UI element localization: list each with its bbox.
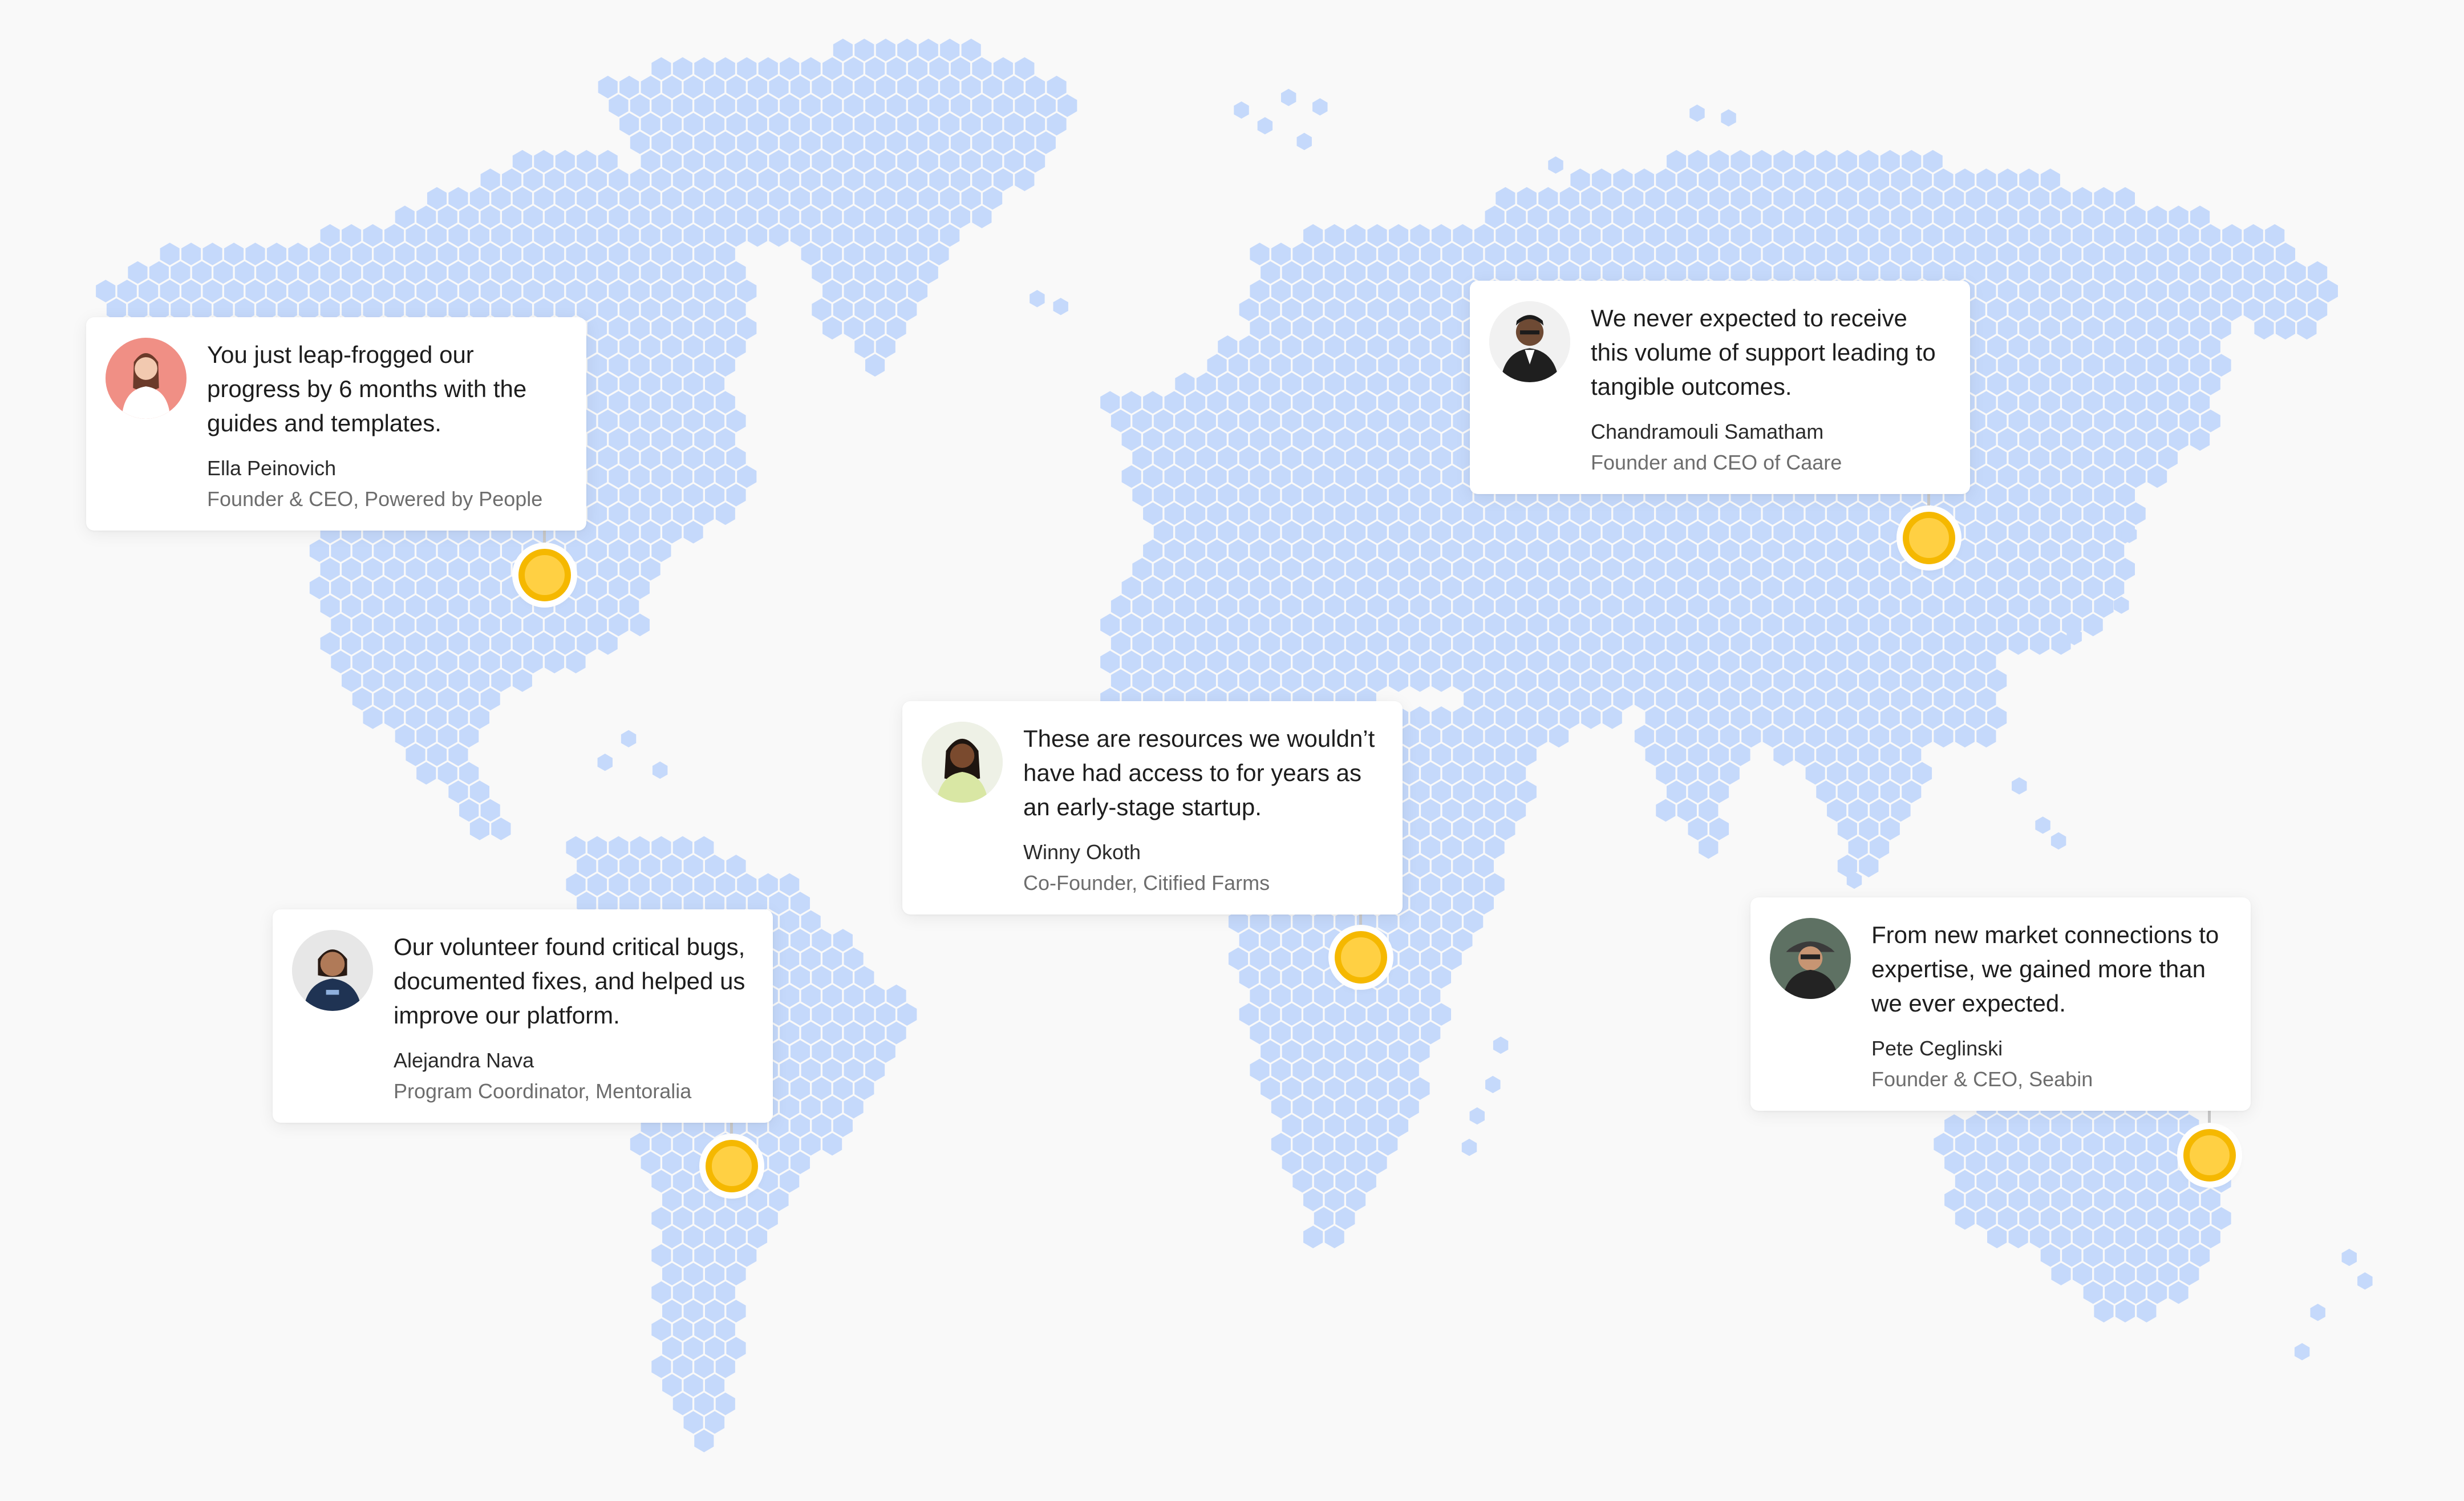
- testimonial-card: These are resources we wouldn’t have had…: [902, 701, 1403, 915]
- testimonial-name: Ella Peinovich: [207, 456, 337, 480]
- avatar: [1489, 301, 1570, 382]
- testimonial-card: You just leap-frogged our progress by 6 …: [86, 317, 586, 531]
- testimonial-card: We never expected to receive this volume…: [1470, 281, 1970, 494]
- location-pin-south-america[interactable]: [706, 1140, 758, 1192]
- location-pin-africa[interactable]: [1335, 931, 1387, 984]
- pin-stem-aus: [2208, 1110, 2211, 1130]
- testimonial-role: Founder & CEO, Seabin: [1871, 1067, 2093, 1091]
- avatar: [1770, 918, 1851, 999]
- person-avatar-icon: [1489, 301, 1570, 382]
- location-pin-australia[interactable]: [2183, 1129, 2236, 1182]
- person-avatar-icon: [922, 722, 1003, 803]
- testimonial-role: Founder & CEO, Powered by People: [207, 487, 543, 511]
- testimonial-quote: We never expected to receive this volume…: [1591, 305, 1936, 400]
- testimonial-quote: From new market connections to expertise…: [1871, 921, 2219, 1017]
- avatar: [106, 338, 187, 419]
- testimonial-card: From new market connections to expertise…: [1750, 897, 2251, 1111]
- testimonial-role: Founder and CEO of Caare: [1591, 451, 1842, 474]
- testimonial-card: Our volunteer found critical bugs, docum…: [273, 909, 773, 1123]
- testimonial-name: Pete Ceglinski: [1871, 1037, 2003, 1060]
- avatar: [292, 930, 373, 1011]
- person-avatar-icon: [106, 338, 187, 419]
- testimonial-name: Winny Okoth: [1023, 840, 1141, 864]
- avatar: [922, 722, 1003, 803]
- testimonial-role: Program Coordinator, Mentoralia: [394, 1079, 692, 1103]
- testimonial-name: Chandramouli Samatham: [1591, 420, 1824, 443]
- person-avatar-icon: [292, 930, 373, 1011]
- location-pin-north-america[interactable]: [518, 549, 571, 601]
- person-avatar-icon: [1770, 918, 1851, 999]
- location-pin-asia[interactable]: [1903, 512, 1955, 564]
- testimonial-quote: Our volunteer found critical bugs, docum…: [394, 933, 745, 1029]
- testimonial-role: Co-Founder, Citified Farms: [1023, 871, 1270, 895]
- testimonial-quote: These are resources we wouldn’t have had…: [1023, 725, 1375, 820]
- testimonial-name: Alejandra Nava: [394, 1049, 534, 1072]
- testimonial-quote: You just leap-frogged our progress by 6 …: [207, 341, 527, 436]
